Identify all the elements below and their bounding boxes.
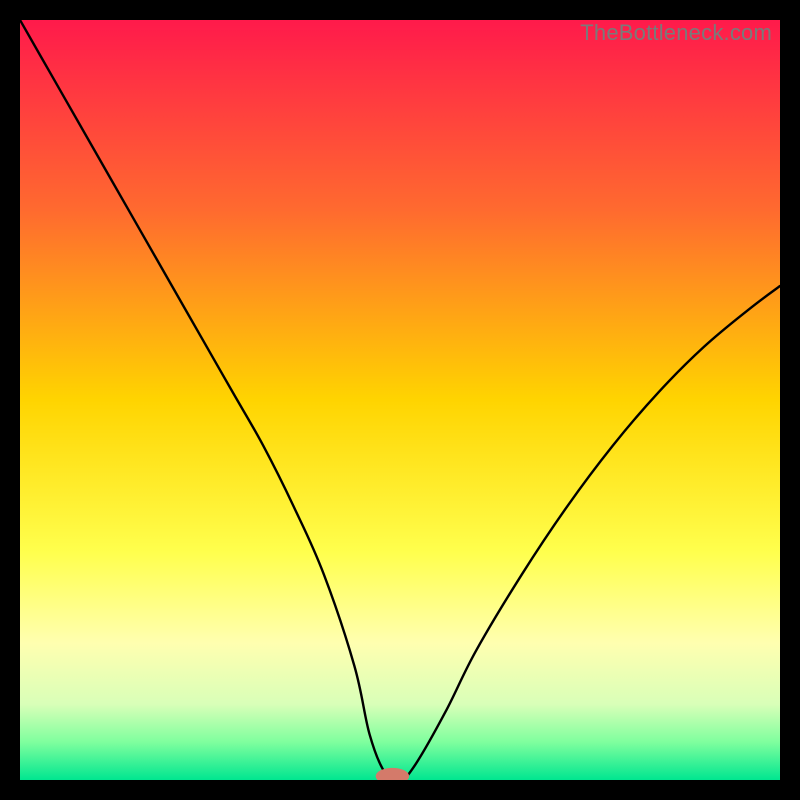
- watermark-text: TheBottleneck.com: [580, 20, 772, 46]
- bottleneck-chart: [20, 20, 780, 780]
- chart-frame: TheBottleneck.com: [20, 20, 780, 780]
- gradient-background: [20, 20, 780, 780]
